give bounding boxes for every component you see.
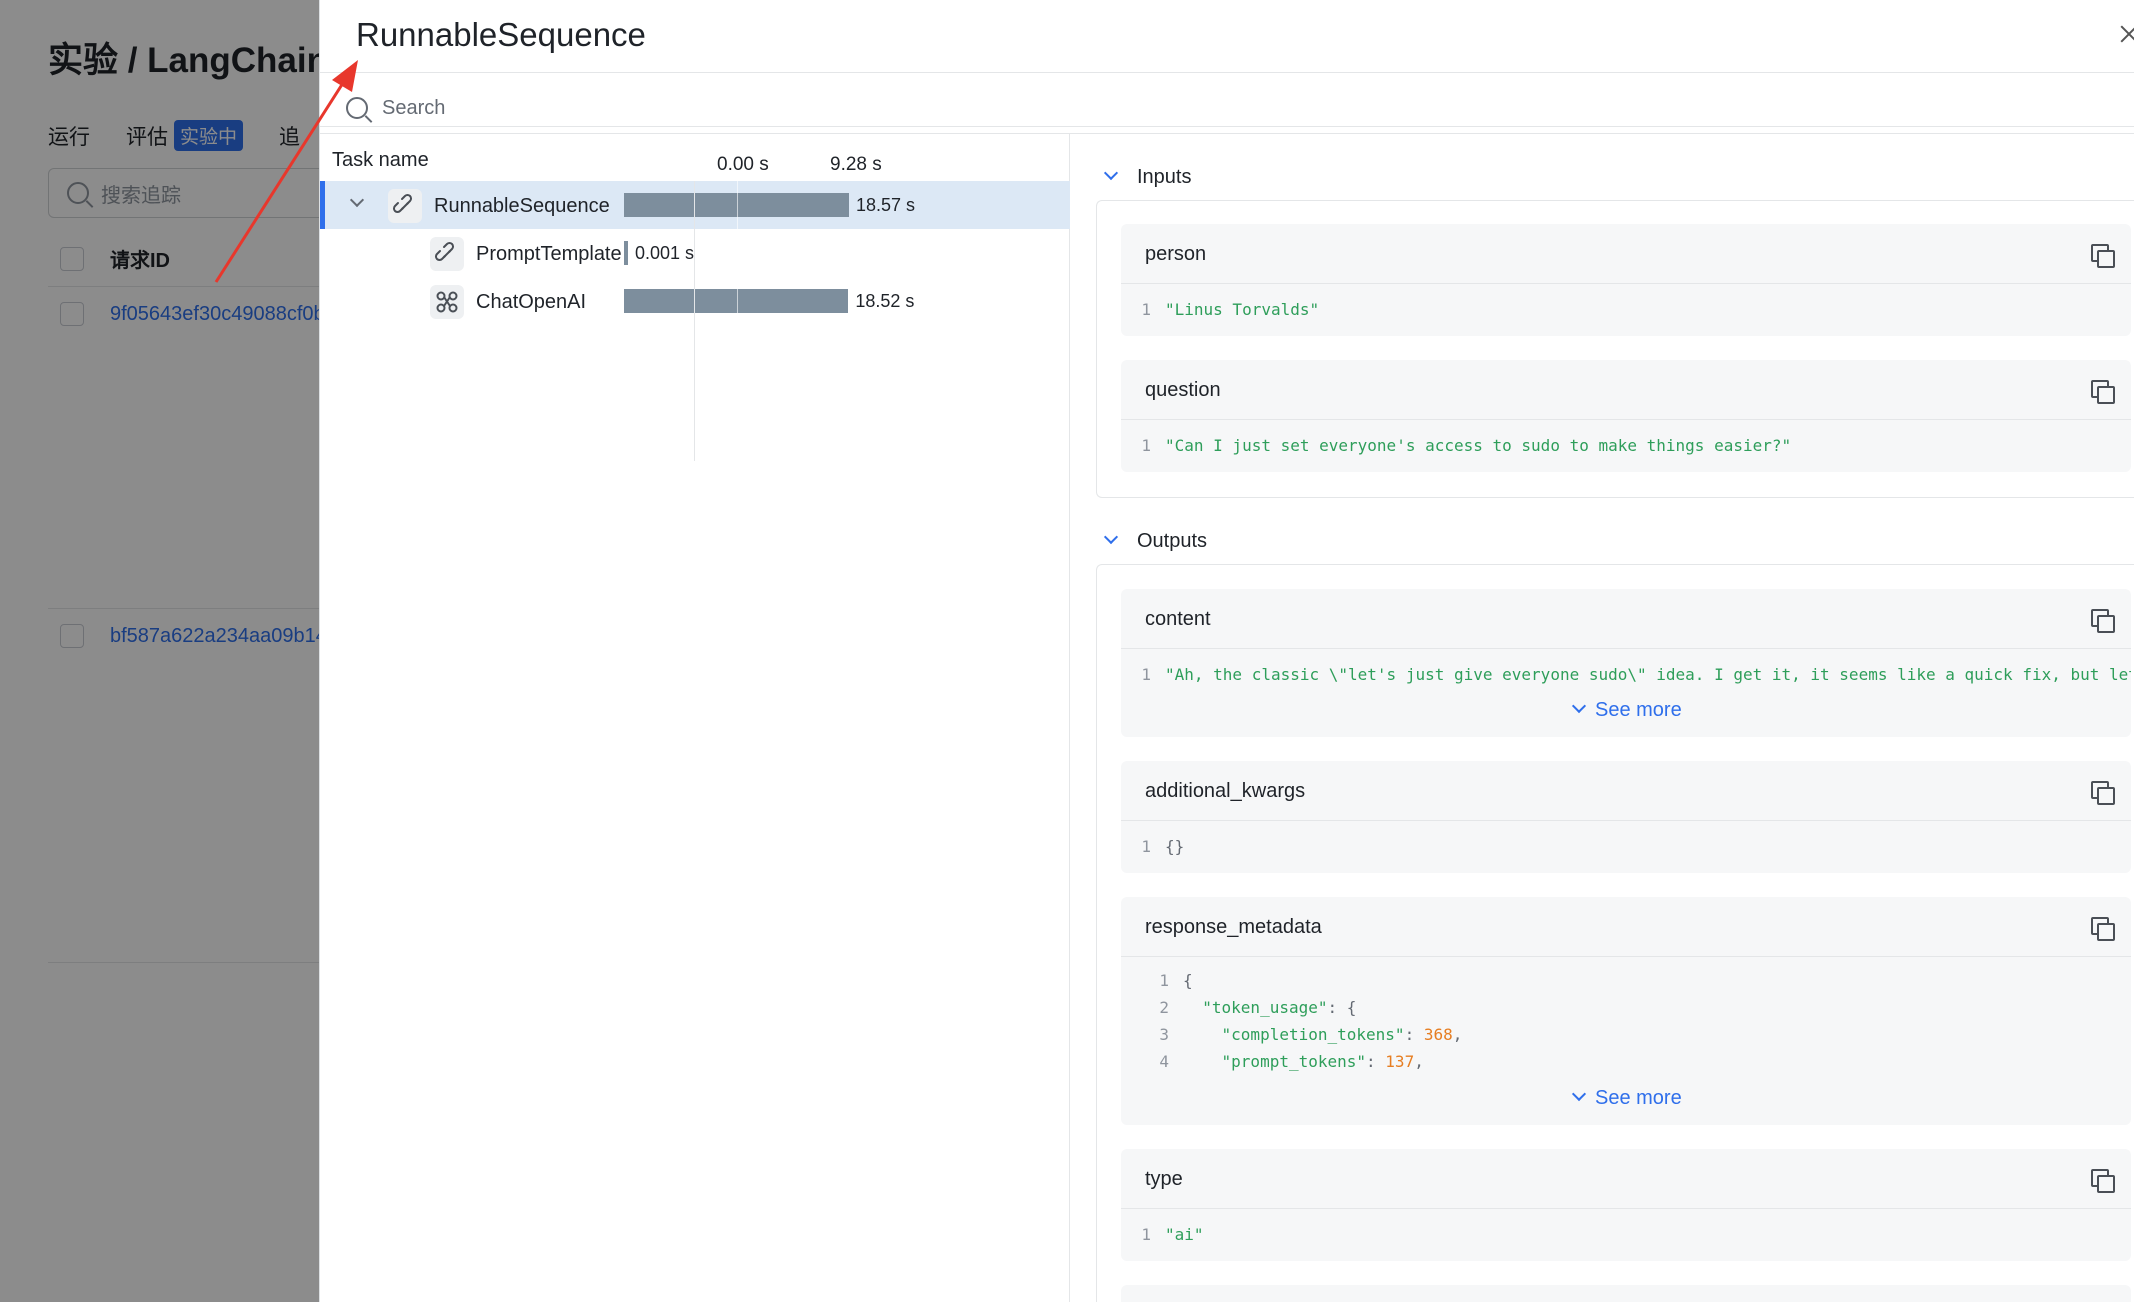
- output-field-response-metadata: response_metadata 1{ 2 "token_usage": { …: [1121, 897, 2131, 1125]
- task-name: RunnableSequence: [434, 195, 610, 217]
- outputs-section-toggle[interactable]: Outputs: [1105, 530, 1207, 553]
- output-field-next: [1121, 1285, 2131, 1302]
- divider: [320, 72, 2134, 73]
- section-title: Inputs: [1137, 166, 1192, 188]
- section-title: Outputs: [1137, 530, 1208, 552]
- duration-bar: [624, 181, 849, 229]
- code-line: "Ah, the classic \"let's just give every…: [1165, 665, 2131, 684]
- task-row-chatopenai[interactable]: ChatOpenAI 18.52 s: [320, 277, 1070, 325]
- code-number: 368: [1423, 1025, 1453, 1044]
- code-view: 1{}: [1141, 837, 1185, 856]
- link-icon: [430, 237, 464, 271]
- code-line: "Linus Torvalds": [1165, 300, 1320, 319]
- task-name: ChatOpenAI: [476, 291, 587, 313]
- task-name: PromptTemplate: [476, 243, 622, 265]
- link-icon: [388, 189, 422, 223]
- output-field-additional-kwargs: additional_kwargs 1{}: [1121, 761, 2131, 873]
- timeline-tick-label: 0.00 s: [717, 154, 769, 175]
- task-row-prompttemplate[interactable]: PromptTemplate 0.001 s: [320, 229, 1070, 277]
- output-field-content: content 1 "Ah, the classic \"let's just g…: [1121, 589, 2131, 737]
- output-field-type: type 1 "ai": [1121, 1149, 2131, 1261]
- duration-label: 0.001 s: [635, 243, 695, 263]
- copy-icon[interactable]: [2091, 917, 2115, 941]
- duration-label: 18.57 s: [856, 195, 916, 215]
- field-key: response_metadata: [1145, 916, 1322, 938]
- see-more-label: See more: [1595, 1087, 1682, 1109]
- field-key: question: [1145, 379, 1221, 401]
- code-view: 1 "Linus Torvalds": [1141, 300, 1320, 319]
- code-key: "token_usage": [1202, 998, 1328, 1017]
- task-tree: Task name 0.00 s 9.28 s RunnableSequence…: [320, 134, 1070, 1302]
- search-placeholder: Search: [382, 96, 446, 119]
- timeline-gridline: [736, 181, 738, 229]
- field-key: type: [1145, 1168, 1183, 1190]
- code-number: 137: [1385, 1052, 1415, 1071]
- code-punct: : {: [1327, 998, 1357, 1017]
- timeline-gridline: [736, 277, 738, 325]
- close-icon[interactable]: [2114, 20, 2134, 50]
- run-detail-panel: Inputs person 1 "Linus Torvalds" question…: [1071, 134, 2134, 1302]
- copy-icon[interactable]: [2091, 609, 2115, 633]
- input-field-question: question 1 "Can I just set everyone's acc…: [1121, 360, 2131, 472]
- code-view: 1 "Ah, the classic \"let's just give ever…: [1121, 649, 2131, 688]
- code-view: 1 "ai": [1141, 1225, 1204, 1244]
- copy-icon[interactable]: [2091, 380, 2115, 404]
- divider: [694, 181, 695, 461]
- divider: [320, 126, 2134, 127]
- chevron-down-icon: [1573, 701, 1585, 713]
- code-line: {}: [1165, 837, 1185, 856]
- drawer-title: RunnableSequence: [356, 16, 646, 53]
- inputs-section-toggle[interactable]: Inputs: [1105, 166, 1191, 189]
- duration-bar: [624, 277, 849, 325]
- code-line: {: [1183, 971, 1193, 990]
- code-key: "completion_tokens": [1221, 1025, 1405, 1044]
- field-key: person: [1145, 243, 1207, 265]
- field-key: content: [1145, 608, 1211, 630]
- trace-detail-drawer: RunnableSequence Search Task name 0.00 s…: [319, 0, 2134, 1302]
- copy-icon[interactable]: [2091, 781, 2115, 805]
- code-line: "ai": [1165, 1225, 1204, 1244]
- code-view: 1{ 2 "token_usage": { 3 "completion_toke…: [1159, 971, 1463, 1071]
- task-tree-header: Task name 0.00 s 9.28 s: [320, 134, 1070, 181]
- duration-bar: [624, 241, 628, 265]
- chevron-down-icon: [1573, 1089, 1585, 1101]
- code-line: "Can I just set everyone's access to sud…: [1165, 436, 1792, 455]
- annotation-arrow: [214, 60, 358, 283]
- input-field-person: person 1 "Linus Torvalds": [1121, 224, 2131, 336]
- timeline-tick-label: 9.28 s: [830, 154, 882, 175]
- see-more-label: See more: [1595, 699, 1682, 721]
- task-search-input[interactable]: Search: [346, 88, 2134, 128]
- field-key: additional_kwargs: [1145, 780, 1306, 802]
- task-row-runnablesequence[interactable]: RunnableSequence 18.57 s: [320, 181, 1070, 229]
- see-more-button[interactable]: See more: [1573, 1087, 1682, 1110]
- model-icon: [430, 285, 464, 319]
- code-key: "prompt_tokens": [1221, 1052, 1367, 1071]
- chevron-down-icon: [1105, 532, 1117, 544]
- code-view: 1 "Can I just set everyone's access to su…: [1141, 436, 1792, 455]
- copy-icon[interactable]: [2091, 244, 2115, 268]
- see-more-button[interactable]: See more: [1573, 699, 1682, 722]
- duration-label: 18.52 s: [855, 291, 915, 311]
- copy-icon[interactable]: [2091, 1169, 2115, 1193]
- chevron-down-icon: [1105, 168, 1117, 180]
